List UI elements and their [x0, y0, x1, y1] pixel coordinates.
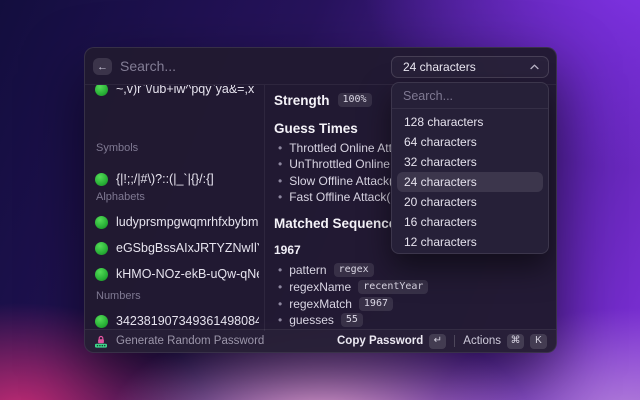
back-button[interactable]: ← [93, 58, 112, 75]
password-item-icon [95, 85, 108, 96]
footer-divider [454, 335, 455, 347]
section-label-alphabets: Alphabets [96, 191, 145, 205]
command-key-badge: ⌘ [507, 334, 524, 349]
dropdown-option-32[interactable]: 32 characters [397, 152, 543, 172]
bullet-dot: • [278, 175, 282, 187]
chevron-up-icon [530, 64, 539, 70]
property-label: regexMatch [289, 297, 352, 311]
return-key-badge: ↵ [429, 334, 446, 349]
password-item-icon [95, 173, 108, 186]
password-text: {|!;;/|#\)?::(|_`|{}/:{] [116, 172, 214, 186]
bullet-dot: • [278, 142, 282, 154]
password-text: ludyprsmpgwqmrhfxbybmbtz [116, 215, 259, 229]
bullet-dot: • [278, 158, 282, 170]
search-input[interactable] [120, 48, 370, 84]
property-value-badge: 55 [341, 313, 363, 327]
copy-password-button[interactable]: Copy Password ↵ [337, 334, 446, 349]
header: ← 24 characters [85, 48, 556, 85]
password-item-icon [95, 216, 108, 229]
list-item[interactable]: eGSbgBssAIxJRTYZNwIlYUYN [89, 236, 259, 260]
command-title: Generate Random Password [116, 335, 329, 347]
bullet-dot: • [278, 298, 282, 310]
list-item[interactable]: {|!;;/|#\)?::(|_`|{}/:{] [89, 167, 259, 191]
desktop-background: ← 24 characters ~,v)r`\/ub+iw^pqy`ya&=,x… [0, 0, 640, 400]
k-key-badge: K [530, 334, 547, 349]
length-select-button[interactable]: 24 characters [391, 56, 549, 78]
dropdown-options: 128 characters 64 characters 32 characte… [392, 109, 548, 254]
strength-heading: Strength [274, 93, 330, 108]
password-item-icon [95, 268, 108, 281]
dropdown-option-12[interactable]: 12 characters [397, 232, 543, 252]
list-item[interactable]: ~,v)r`\/ub+iw^pqy`ya&=,x [89, 85, 259, 101]
actions-button[interactable]: Actions ⌘ K [463, 334, 547, 349]
password-item-icon [95, 242, 108, 255]
property-value-badge: recentYear [358, 280, 428, 294]
password-text: kHMO-NOz-ekB-uQw-qNe-YGK [116, 267, 259, 281]
password-item-icon [95, 315, 108, 328]
password-text: ~,v)r`\/ub+iw^pqy`ya&=,x [116, 85, 254, 96]
dropdown-option-20[interactable]: 20 characters [397, 192, 543, 212]
back-arrow-icon: ← [97, 61, 108, 73]
length-dropdown-panel: 128 characters 64 characters 32 characte… [391, 82, 549, 254]
footer-bar: Generate Random Password Copy Password ↵… [85, 329, 556, 352]
command-palette-window: ← 24 characters ~,v)r`\/ub+iw^pqy`ya&=,x… [84, 47, 557, 353]
dropdown-option-128[interactable]: 128 characters [397, 112, 543, 132]
length-select-value: 24 characters [403, 60, 530, 74]
bullet-dot: • [278, 191, 282, 203]
dropdown-option-16[interactable]: 16 characters [397, 212, 543, 232]
list-item[interactable]: 342381907349361498084378 [89, 309, 259, 331]
bullet-dot: • [278, 281, 282, 293]
dropdown-option-64[interactable]: 64 characters [397, 132, 543, 152]
actions-label: Actions [463, 335, 501, 347]
copy-password-label: Copy Password [337, 335, 423, 347]
dropdown-search-input[interactable] [392, 83, 548, 109]
property-value-badge: regex [334, 263, 374, 277]
sequence-title: 1967 [274, 243, 301, 259]
property-label: regexName [289, 280, 351, 294]
password-text: eGSbgBssAIxJRTYZNwIlYUYN [116, 241, 259, 255]
guess-times-heading: Guess Times [274, 121, 358, 136]
strength-value-badge: 100% [338, 93, 372, 107]
property-value-badge: 1967 [359, 297, 393, 311]
list-item[interactable]: ludyprsmpgwqmrhfxbybmbtz [89, 210, 259, 234]
bullet-dot: • [278, 264, 282, 276]
password-text: 342381907349361498084378 [116, 314, 259, 328]
list-item[interactable]: kHMO-NOz-ekB-uQw-qNe-YGK [89, 262, 259, 286]
password-extension-icon [94, 334, 108, 348]
property-label: guesses [289, 313, 334, 327]
bullet-dot: • [278, 314, 282, 326]
section-label-symbols: Symbols [96, 142, 138, 156]
dropdown-option-24[interactable]: 24 characters [397, 172, 543, 192]
password-list: ~,v)r`\/ub+iw^pqy`ya&=,x Symbols {|!;;/|… [85, 85, 264, 331]
section-label-numbers: Numbers [96, 290, 141, 304]
property-label: pattern [289, 263, 326, 277]
